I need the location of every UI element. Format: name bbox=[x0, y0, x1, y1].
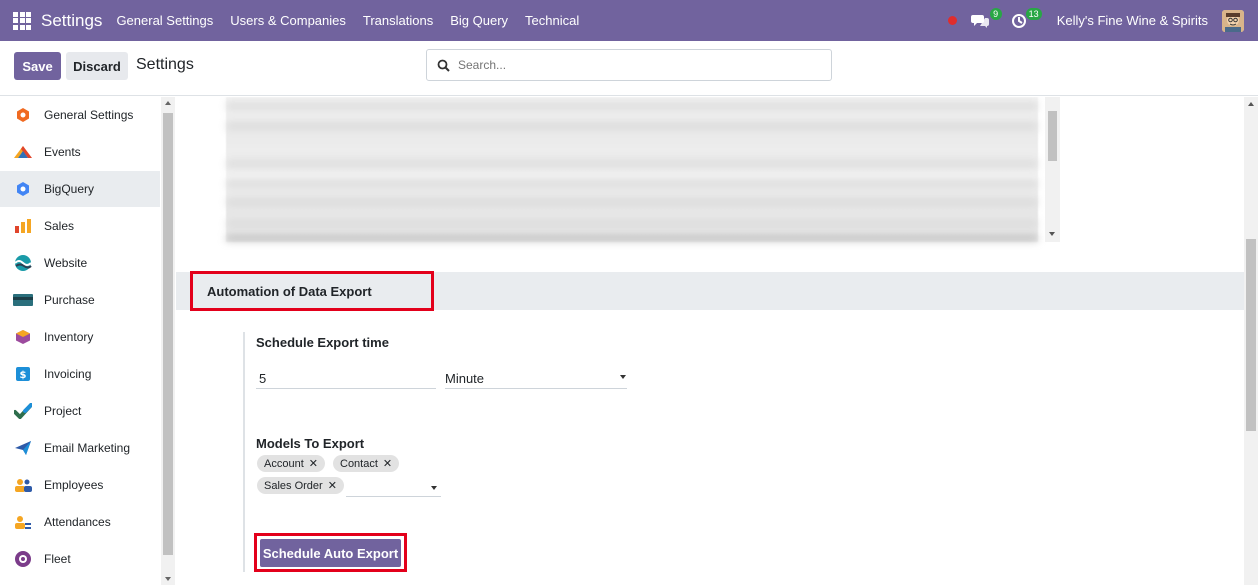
attendances-icon bbox=[12, 511, 34, 533]
sidebar-item-label: Employees bbox=[44, 478, 104, 492]
model-tag-label: Sales Order bbox=[264, 479, 323, 492]
scrollbar-thumb[interactable] bbox=[1048, 111, 1057, 161]
sidebar-item-bigquery[interactable]: BigQuery bbox=[0, 171, 160, 207]
inner-scrollbar[interactable] bbox=[1045, 97, 1060, 242]
sidebar-item-general-settings[interactable]: General Settings bbox=[0, 97, 160, 133]
setting-divider bbox=[243, 332, 245, 572]
model-tag: Contact ✕ bbox=[333, 455, 400, 472]
models-input[interactable] bbox=[346, 477, 441, 497]
bigquery-icon bbox=[12, 178, 34, 200]
sidebar-item-label: Purchase bbox=[44, 293, 95, 307]
navbar-systray: 9 13 Kelly's Fine Wine & Spirits bbox=[947, 0, 1244, 41]
scroll-down-arrow-icon[interactable] bbox=[1049, 232, 1055, 236]
sidebar-item-website[interactable]: Website bbox=[0, 245, 160, 281]
scrollbar-thumb[interactable] bbox=[1246, 239, 1256, 431]
menu-technical[interactable]: Technical bbox=[525, 13, 579, 28]
search-box[interactable] bbox=[426, 49, 832, 81]
settings-content: Automation of Data Export Schedule Expor… bbox=[176, 97, 1244, 585]
company-switcher[interactable]: Kelly's Fine Wine & Spirits bbox=[1057, 13, 1208, 28]
search-icon bbox=[437, 59, 450, 72]
messages-badge: 9 bbox=[989, 7, 1002, 20]
section-title: Automation of Data Export bbox=[190, 271, 434, 311]
schedule-auto-export-button[interactable]: Schedule Auto Export bbox=[260, 539, 401, 567]
sidebar-item-label: Events bbox=[44, 145, 81, 159]
remove-tag-icon[interactable]: ✕ bbox=[309, 457, 318, 470]
invoicing-icon: $ bbox=[12, 363, 34, 385]
general-settings-icon bbox=[12, 104, 34, 126]
sidebar-item-label: Website bbox=[44, 256, 88, 270]
sidebar-item-label: General Settings bbox=[44, 108, 134, 122]
sidebar-item-label: BigQuery bbox=[44, 182, 95, 196]
sidebar-item-purchase[interactable]: Purchase bbox=[0, 282, 160, 318]
svg-text:$: $ bbox=[20, 370, 27, 381]
schedule-export-label: Schedule Export time bbox=[256, 335, 389, 350]
models-export-label: Models To Export bbox=[256, 436, 365, 451]
app-title[interactable]: Settings bbox=[41, 11, 102, 31]
messages-icon[interactable]: 9 bbox=[970, 7, 1002, 31]
sidebar-item-email-marketing[interactable]: Email Marketing bbox=[0, 430, 160, 466]
sidebar-scrollbar[interactable] bbox=[161, 97, 175, 585]
sidebar-item-label: Project bbox=[44, 404, 82, 418]
user-avatar[interactable] bbox=[1222, 9, 1244, 32]
sidebar-item-inventory[interactable]: Inventory bbox=[0, 319, 160, 355]
control-panel: Save Discard Settings bbox=[0, 41, 1258, 96]
menu-users-companies[interactable]: Users & Companies bbox=[230, 13, 346, 28]
sidebar-item-project[interactable]: Project bbox=[0, 393, 160, 429]
project-icon bbox=[12, 400, 34, 422]
discard-button[interactable]: Discard bbox=[66, 52, 128, 80]
sidebar-item-label: Attendances bbox=[44, 515, 111, 529]
sales-icon bbox=[12, 215, 34, 237]
fleet-icon bbox=[12, 548, 34, 570]
website-icon bbox=[12, 252, 34, 274]
sidebar-item-label: Email Marketing bbox=[44, 441, 131, 455]
interval-unit-value: Minute bbox=[445, 371, 485, 386]
search-input[interactable] bbox=[458, 58, 808, 72]
interval-number-value: 5 bbox=[259, 371, 267, 386]
employees-icon bbox=[12, 474, 34, 496]
sidebar-item-events[interactable]: Events bbox=[0, 134, 160, 170]
remove-tag-icon[interactable]: ✕ bbox=[328, 479, 337, 492]
scroll-up-arrow-icon[interactable] bbox=[165, 101, 171, 105]
scroll-down-arrow-icon[interactable] bbox=[165, 577, 171, 581]
blurred-content bbox=[226, 97, 1038, 242]
interval-number-field[interactable] bbox=[256, 369, 436, 389]
activities-badge: 13 bbox=[1025, 7, 1042, 20]
sidebar-item-sales[interactable]: Sales bbox=[0, 208, 160, 244]
sidebar-item-label: Fleet bbox=[44, 552, 71, 566]
activities-icon[interactable]: 13 bbox=[1011, 7, 1042, 31]
menu-translations[interactable]: Translations bbox=[363, 13, 433, 28]
sidebar-item-fleet[interactable]: Fleet bbox=[0, 541, 160, 577]
sidebar-item-attendances[interactable]: Attendances bbox=[0, 504, 160, 540]
sidebar-item-employees[interactable]: Employees bbox=[0, 467, 160, 503]
page-title: Settings bbox=[136, 56, 194, 73]
settings-sidebar: General Settings Events BigQuery Sales W… bbox=[0, 97, 175, 585]
chevron-down-icon[interactable] bbox=[431, 486, 437, 490]
sidebar-item-invoicing[interactable]: $ Invoicing bbox=[0, 356, 160, 392]
model-tag: Sales Order ✕ bbox=[257, 477, 344, 494]
remove-tag-icon[interactable]: ✕ bbox=[383, 457, 392, 470]
purchase-icon bbox=[12, 289, 34, 311]
inventory-icon bbox=[12, 326, 34, 348]
top-navbar: Settings General Settings Users & Compan… bbox=[0, 0, 1258, 41]
sidebar-item-label: Inventory bbox=[44, 330, 94, 344]
model-tag: Account ✕ bbox=[257, 455, 325, 472]
scrollbar-thumb[interactable] bbox=[163, 113, 173, 555]
sidebar-item-label: Sales bbox=[44, 219, 75, 233]
status-dot-icon[interactable] bbox=[947, 16, 957, 25]
email-marketing-icon bbox=[12, 437, 34, 459]
model-tag-label: Account bbox=[264, 457, 304, 470]
page-scrollbar[interactable] bbox=[1244, 97, 1258, 585]
sidebar-item-label: Invoicing bbox=[44, 367, 92, 381]
model-tag-label: Contact bbox=[340, 457, 378, 470]
scroll-up-arrow-icon[interactable] bbox=[1248, 102, 1254, 106]
menu-big-query[interactable]: Big Query bbox=[450, 13, 508, 28]
save-button[interactable]: Save bbox=[14, 52, 61, 80]
menu-general-settings[interactable]: General Settings bbox=[116, 13, 213, 28]
chevron-down-icon[interactable] bbox=[620, 375, 626, 379]
section-header: Automation of Data Export bbox=[176, 271, 1244, 311]
events-icon bbox=[12, 141, 34, 163]
app-menu-icon[interactable] bbox=[13, 11, 31, 30]
